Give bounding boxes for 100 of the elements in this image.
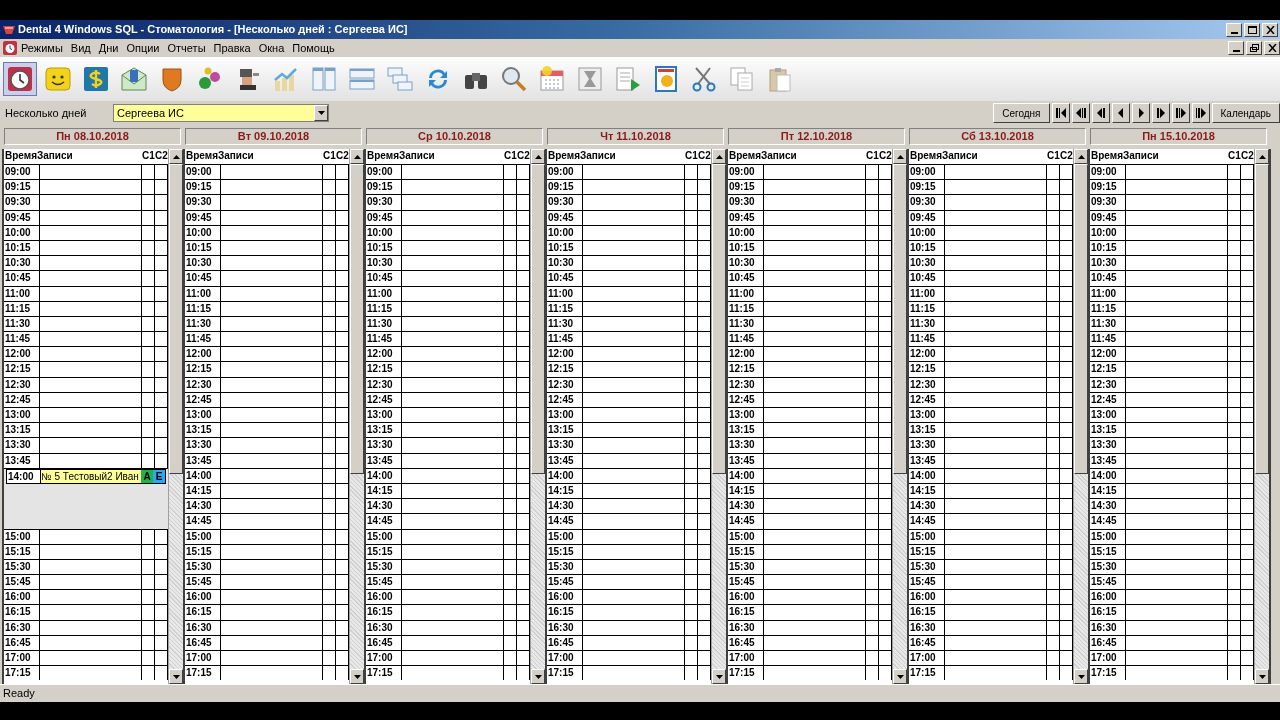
day-header[interactable]: Пт 12.10.2018 — [728, 128, 905, 145]
column-header: ВремяЗаписи — [728, 149, 798, 163]
time-cell: 10:45 — [728, 271, 764, 286]
appointment-bar[interactable]: 14:00 № 5 Тестовый2 Иван А Е — [6, 468, 166, 484]
scrollbar[interactable] — [892, 149, 907, 684]
time-cell: 16:15 — [728, 605, 764, 620]
time-cell: 17:00 — [185, 651, 221, 666]
day-header[interactable]: Чт 11.10.2018 — [547, 128, 724, 145]
menu-item[interactable]: Окна — [254, 39, 289, 57]
menu-item[interactable]: Опции — [122, 39, 164, 57]
close-button[interactable] — [1264, 41, 1280, 55]
time-cell: 16:30 — [4, 620, 40, 635]
time-cell: 11:45 — [4, 332, 40, 347]
minimize-button[interactable] — [1228, 41, 1244, 55]
restore-button[interactable] — [1246, 41, 1262, 55]
maximize-button[interactable] — [1244, 22, 1260, 37]
time-cell: 14:30 — [1090, 499, 1126, 514]
time-cell: 09:00 — [547, 165, 583, 180]
nav-button[interactable] — [1111, 103, 1130, 123]
column-header: С1 — [323, 149, 336, 163]
time-cell: 09:45 — [728, 210, 764, 225]
time-cell: 15:00 — [909, 529, 945, 544]
column-header: С1 — [866, 149, 879, 163]
time-cell: 13:30 — [909, 438, 945, 453]
time-cell: 14:00 — [185, 468, 221, 483]
menu-item[interactable]: Вид — [66, 39, 95, 57]
time-cell: 14:00 — [1090, 468, 1126, 483]
menu-item[interactable]: Дни — [94, 39, 123, 57]
day-header[interactable]: Вт 09.10.2018 — [185, 128, 362, 145]
nav-button[interactable] — [1071, 103, 1090, 123]
time-cell: 13:15 — [366, 423, 402, 438]
scroll-up-icon — [1077, 154, 1085, 159]
time-cell: 15:00 — [1090, 529, 1126, 544]
time-cell: 11:45 — [728, 332, 764, 347]
nav-button[interactable] — [1091, 103, 1110, 123]
day-header[interactable]: Пн 08.10.2018 — [4, 128, 181, 145]
doctor-dropdown[interactable]: Сергеева ИС — [113, 104, 329, 122]
close-icon — [1265, 25, 1275, 34]
scrollbar[interactable] — [1073, 149, 1088, 684]
toolbar-button[interactable] — [3, 62, 37, 96]
time-cell: 14:45 — [547, 514, 583, 529]
nav-button[interactable] — [1171, 103, 1190, 123]
nav-button[interactable] — [1131, 103, 1150, 123]
time-cell: 14:00 — [547, 468, 583, 483]
scroll-down-icon — [715, 674, 723, 679]
scroll-up-icon — [353, 154, 361, 159]
smiley-icon — [44, 65, 72, 93]
time-cell: 12:30 — [728, 377, 764, 392]
minimize-button[interactable] — [1226, 22, 1242, 37]
time-cell: 11:00 — [366, 286, 402, 301]
time-cell: 13:15 — [1090, 423, 1126, 438]
time-cell: 17:15 — [4, 666, 40, 681]
caret-icon — [317, 111, 325, 115]
time-cell: 10:30 — [4, 256, 40, 271]
day-header[interactable]: Сб 13.10.2018 — [909, 128, 1086, 145]
nav-button[interactable] — [1191, 103, 1210, 123]
time-cell: 12:30 — [909, 377, 945, 392]
time-cell: 11:30 — [728, 316, 764, 332]
time-cell: 13:15 — [909, 423, 945, 438]
time-cell: 16:45 — [4, 635, 40, 651]
time-cell: 10:45 — [4, 271, 40, 286]
time-cell: 16:15 — [1090, 605, 1126, 620]
time-cell: 11:15 — [547, 301, 583, 316]
calendar-button[interactable]: Календарь — [1211, 103, 1280, 123]
day-header[interactable]: Ср 10.10.2018 — [366, 128, 543, 145]
time-cell: 15:15 — [185, 544, 221, 559]
time-cell: 12:00 — [909, 347, 945, 362]
today-button[interactable]: Сегодня — [993, 103, 1050, 123]
close-button[interactable] — [1262, 22, 1278, 37]
scrollbar[interactable] — [530, 149, 545, 684]
nav-button[interactable] — [1051, 103, 1070, 123]
time-cell: 11:45 — [909, 332, 945, 347]
scrollbar[interactable] — [1254, 149, 1269, 684]
scroll-down-icon — [1077, 674, 1085, 679]
day-header[interactable]: Пн 15.10.2018 — [1090, 128, 1267, 145]
nav-button[interactable] — [1151, 103, 1170, 123]
time-cell: 16:00 — [1090, 590, 1126, 605]
minimize-icon — [1230, 31, 1238, 34]
column-header: ВремяЗаписи — [909, 149, 979, 163]
back-icon — [1095, 108, 1106, 118]
time-cell: 13:15 — [728, 423, 764, 438]
time-cell: 11:30 — [185, 316, 221, 332]
scrollbar[interactable] — [711, 149, 726, 684]
time-cell: 15:45 — [1090, 575, 1126, 590]
time-cell: 15:30 — [1090, 559, 1126, 575]
time-cell: 12:00 — [185, 347, 221, 362]
menu-item[interactable]: Отчеты — [163, 39, 210, 57]
time-cell: 17:15 — [185, 666, 221, 681]
scrollbar[interactable] — [349, 149, 364, 684]
time-cell: 16:30 — [185, 620, 221, 635]
menu-item[interactable]: Режимы — [17, 39, 67, 57]
time-cell: 13:00 — [1090, 408, 1126, 423]
menu-item[interactable]: Помощь — [288, 39, 339, 57]
time-cell: 09:00 — [909, 165, 945, 180]
time-cell: 16:15 — [4, 605, 40, 620]
menu-item[interactable]: Правка — [209, 39, 255, 57]
time-cell: 12:45 — [547, 392, 583, 407]
time-cell: 12:30 — [547, 377, 583, 392]
time-cell: 11:15 — [728, 301, 764, 316]
scrollbar[interactable] — [168, 149, 183, 684]
